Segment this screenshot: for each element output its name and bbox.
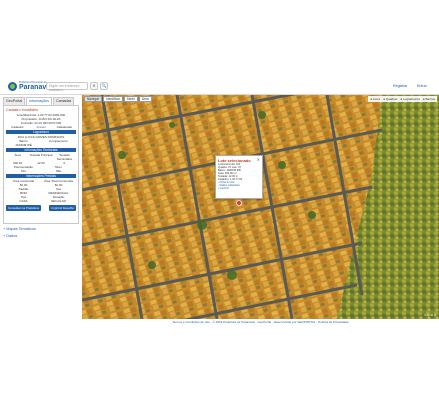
search-input[interactable]: Digite um endereço, cadastro...	[46, 82, 88, 92]
tab-camadas[interactable]: Camadas	[52, 97, 75, 105]
muro-value: Não	[55, 169, 62, 173]
complemento-value	[41, 143, 76, 147]
territorio-header: Área Testada Principal Testada Secundári…	[6, 153, 76, 161]
layer-quadras[interactable]: ● Quadras	[383, 97, 397, 101]
close-icon[interactable]: ×	[257, 157, 260, 162]
tipo-values: CASA REGULAR	[6, 199, 76, 203]
lot-popup: × Lote selecionado Lote/matrícula: 102 Q…	[215, 155, 263, 199]
scale-bar: 0 20 40 m	[424, 314, 436, 317]
consultar-button[interactable]: Consultar na Prefeitura	[6, 205, 41, 211]
top-blank	[0, 0, 439, 78]
section-logradouro: Logradouro	[6, 130, 76, 134]
imprimir-button[interactable]: Imprimir Espelho	[49, 205, 76, 211]
section-territorial: Informações Territoriais	[6, 148, 76, 152]
cadastro-status: Cadastrado	[56, 125, 73, 129]
layer-toggles: ● Lotes ● Quadras ● Logradouros ● Bairro…	[368, 96, 437, 102]
map-viewport[interactable]: Navegar Identificar Medir Área ● Lotes ●…	[82, 95, 439, 319]
dados-toggle[interactable]: + Dados	[3, 234, 79, 238]
dados-label: Dados	[6, 234, 18, 238]
sidebar: GeoPortal Informações Camadas Cadastro I…	[3, 97, 79, 319]
info-panel: Cadastro Imobiliário Lote/Matrícula: 1.0…	[3, 105, 79, 224]
situacao-value: REGULAR	[51, 199, 66, 203]
footer[interactable]: Termos e Condições de Uso · © 2023 Prefe…	[82, 320, 439, 326]
layer-lotes[interactable]: ● Lotes	[370, 97, 380, 101]
mapas-tematicos-toggle[interactable]: + Mapas Temáticos	[3, 227, 79, 231]
tab-informacoes[interactable]: Informações	[26, 97, 52, 105]
section-predial: Informações Prediais	[6, 174, 76, 178]
register-link[interactable]: Registrar	[393, 84, 408, 88]
login-link[interactable]: Entrar	[417, 84, 427, 88]
bairro-values: JARDIM IPÊ	[6, 143, 76, 147]
mapas-tematicos-label: Mapas Temáticos	[6, 227, 36, 231]
tool-area[interactable]: Área	[138, 96, 152, 102]
popup-link[interactable]: › Imprimir	[218, 187, 260, 190]
header-bar: Prefeitura Municipal de Paranavaí Digite…	[0, 78, 439, 95]
pavimentacao-values: Sim Não	[6, 169, 76, 173]
pavimentacao-value: Sim	[20, 169, 27, 173]
area-label: Área	[14, 153, 21, 157]
tool-navegar[interactable]: Navegar	[84, 96, 103, 102]
panel-actions: Consultar na Prefeitura Imprimir Espelho	[6, 205, 76, 211]
tool-medir[interactable]: Medir	[123, 96, 138, 102]
testada-principal-label: Testada Principal	[29, 153, 53, 157]
bairro-value: JARDIM IPÊ	[15, 143, 32, 147]
clear-search-button[interactable]: ✕	[90, 82, 98, 90]
sidebar-tabs: GeoPortal Informações Camadas	[3, 97, 79, 105]
panel-title: Cadastro Imobiliário	[6, 108, 38, 112]
cadastro-type[interactable]: Imóvel	[29, 125, 52, 129]
aerial-imagery	[82, 95, 439, 319]
testada-secundaria-label: Testada Secundária	[56, 153, 72, 161]
layer-logradouros[interactable]: ● Logradouros	[400, 97, 420, 101]
logo-icon	[8, 82, 17, 91]
tab-geoportal[interactable]: GeoPortal	[3, 97, 26, 105]
cadastro-row: Cadastro: Imóvel Cadastrado	[6, 125, 76, 129]
search-button[interactable]: 🔍	[100, 82, 108, 90]
layer-bairros[interactable]: ● Bairros	[423, 97, 435, 101]
cadastro-label: Cadastro:	[11, 125, 25, 129]
map-toolbar: Navegar Identificar Medir Área	[84, 96, 153, 102]
tipo-value: CASA	[19, 199, 28, 203]
tool-identificar[interactable]: Identificar	[103, 96, 123, 102]
